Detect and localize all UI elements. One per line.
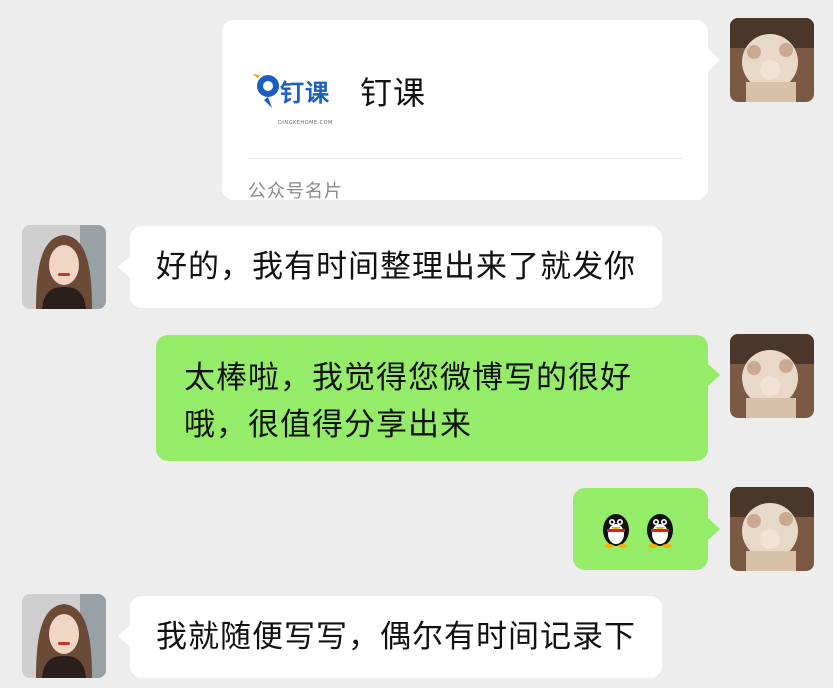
- bubble-tail: [708, 364, 720, 386]
- dingke-logo: 钉课 DINGKEHOME.COM: [250, 70, 340, 126]
- contact-avatar[interactable]: [22, 225, 106, 309]
- bubble-tail: [118, 625, 130, 647]
- card-divider: [248, 158, 682, 159]
- message-bubble-sent[interactable]: 太棒啦，我觉得您微博写的很好 哦，很值得分享出来: [156, 335, 708, 461]
- self-avatar[interactable]: [730, 18, 814, 102]
- penguin-emoji: [647, 514, 673, 548]
- contact-avatar[interactable]: [22, 594, 106, 678]
- message-text-line-1: 太棒啦，我觉得您微博写的很好: [184, 360, 632, 396]
- account-card[interactable]: 钉课 DINGKEHOME.COM 钉课 公众号名片: [222, 20, 708, 202]
- message-text-line-2: 哦，很值得分享出来: [184, 407, 472, 443]
- penguin-emoji: [603, 514, 629, 548]
- bubble-tail: [708, 518, 720, 540]
- message-text: 好的，我有时间整理出来了就发你: [156, 248, 636, 285]
- card-type-label: 公众号名片: [248, 181, 343, 202]
- self-avatar[interactable]: [730, 487, 814, 571]
- account-name: 钉课: [360, 74, 427, 112]
- logo-domain: DINGKEHOME.COM: [278, 120, 333, 126]
- self-avatar[interactable]: [730, 334, 814, 418]
- message-bubble-received[interactable]: 好的，我有时间整理出来了就发你: [130, 226, 662, 308]
- message-bubble-sent[interactable]: [573, 488, 708, 570]
- bubble-tail: [708, 49, 720, 71]
- bubble-tail: [118, 256, 130, 278]
- message-text: 我就随便写写，偶尔有时间记录下: [156, 618, 636, 655]
- message-bubble-received[interactable]: 我就随便写写，偶尔有时间记录下: [130, 596, 662, 678]
